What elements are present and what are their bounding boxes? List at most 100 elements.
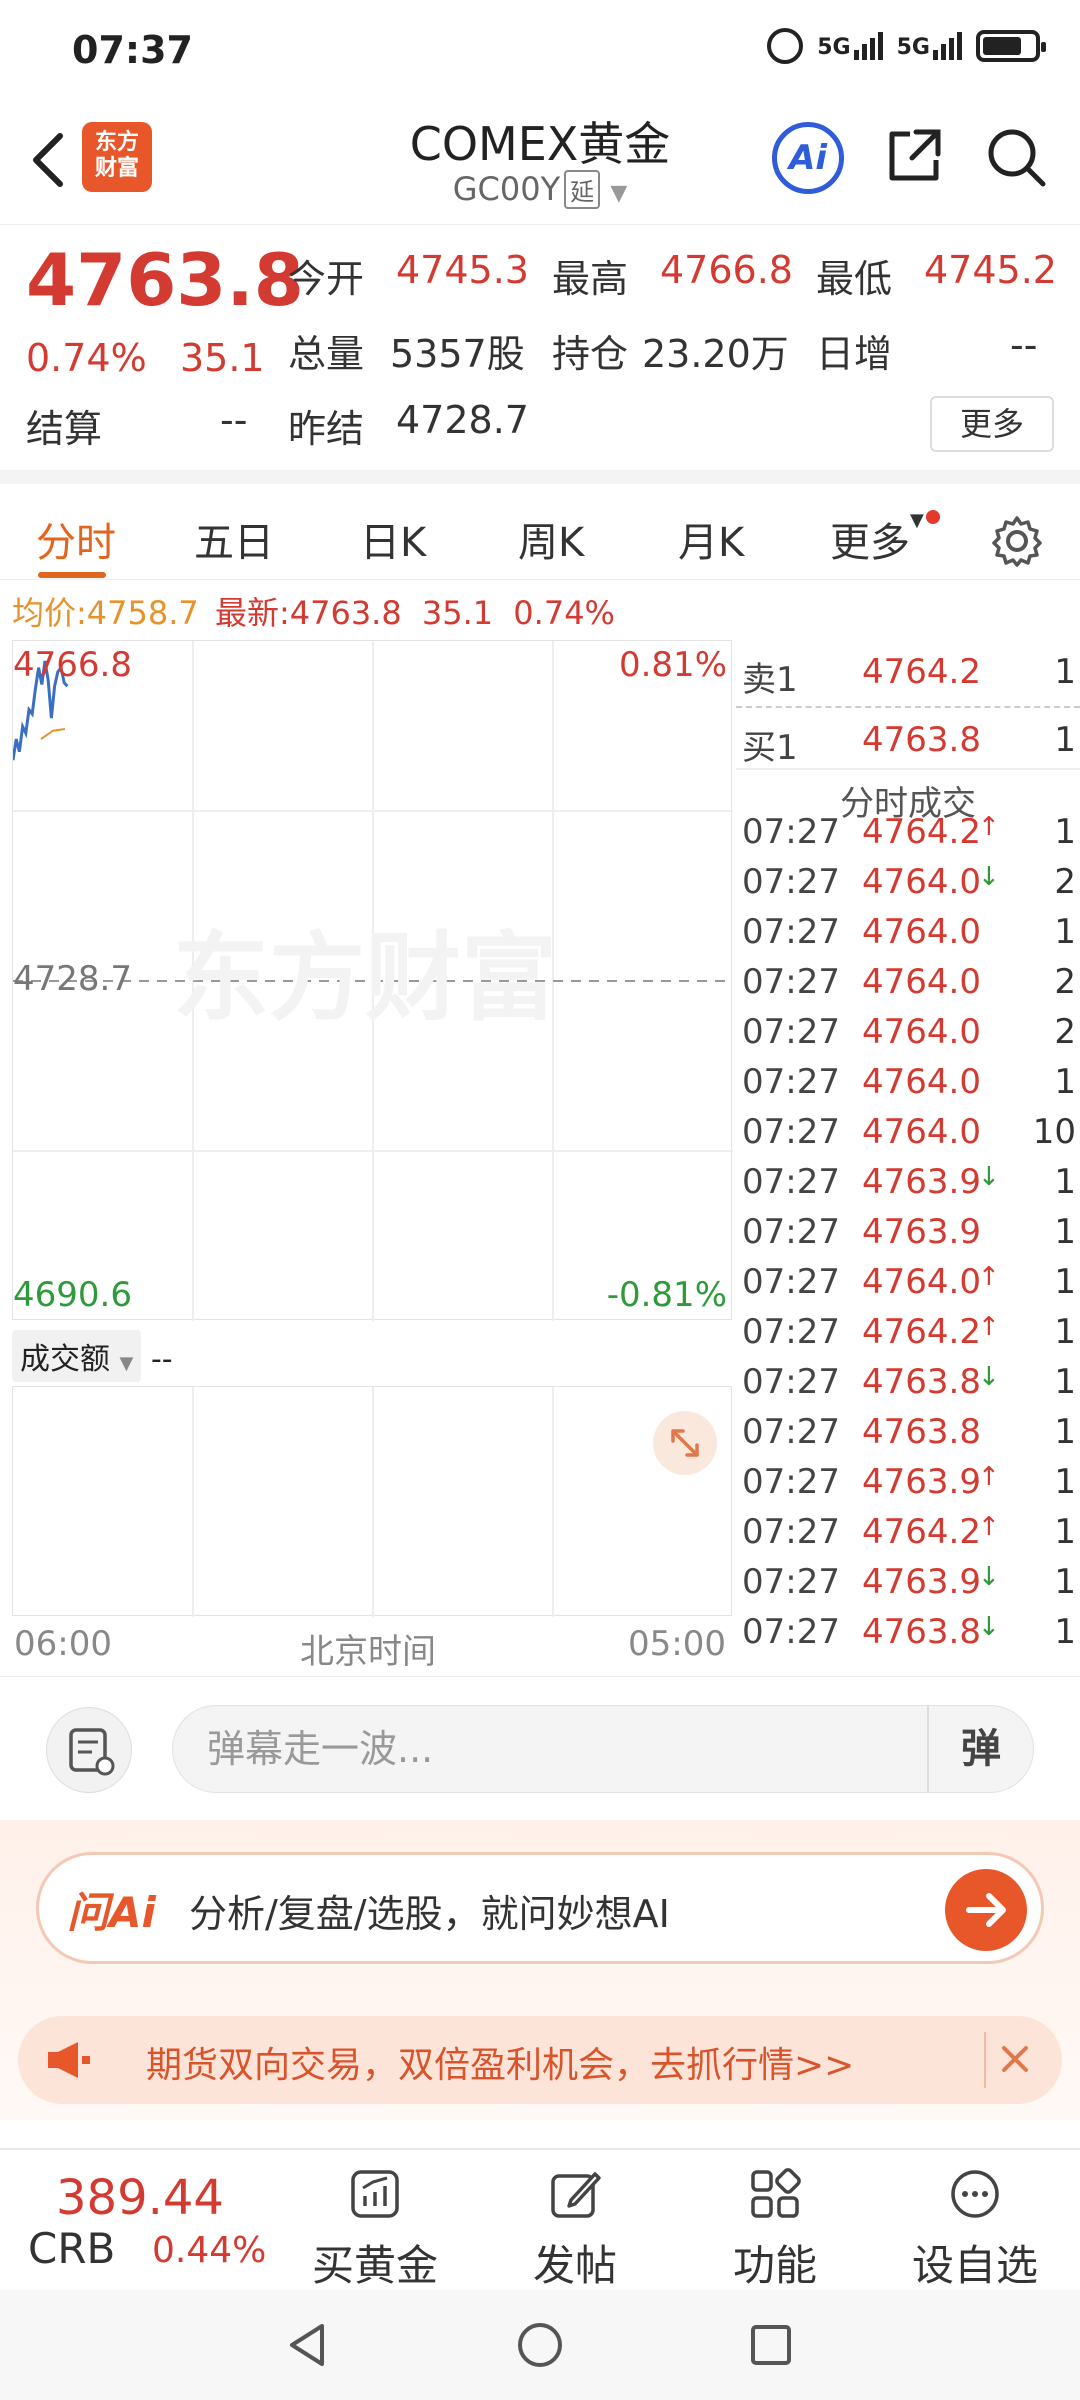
arrow-up-icon: ↑ <box>978 1512 1000 1542</box>
nav-recents-icon[interactable] <box>746 2320 796 2370</box>
gear-icon[interactable] <box>990 514 1044 568</box>
trade-price: 4764.2 <box>862 812 981 852</box>
trade-price: 4763.9 <box>862 1462 981 1502</box>
order-book: 卖1 4764.2 1 买1 4763.8 1 分时成交 07:27 4764.2… <box>736 640 1080 1670</box>
trade-qty: 1 <box>1054 1162 1076 1202</box>
trade-price: 4763.9 <box>862 1212 981 1252</box>
trade-row: 07:27 4764.2 ↑ 1 <box>742 812 1076 862</box>
volume-value: -- <box>150 1342 173 1377</box>
arrow-down-icon: ↓ <box>978 1562 1000 1592</box>
trade-price: 4764.2 <box>862 1512 981 1552</box>
post-button[interactable]: 发帖 <box>490 2160 660 2290</box>
trade-row: 07:27 4763.9 1 <box>742 1212 1076 1262</box>
trade-time: 07:27 <box>742 1462 840 1502</box>
danmu-toggle-button[interactable]: 弹 <box>927 1706 1033 1792</box>
ai-ask-bar[interactable]: 问Ai 分析/复盘/选股，就问妙想AI <box>36 1852 1044 1964</box>
system-nav-bar <box>0 2290 1080 2400</box>
trade-qty: 1 <box>1054 1062 1076 1102</box>
status-time: 07:37 <box>72 28 193 72</box>
trade-qty: 1 <box>1054 1212 1076 1252</box>
trade-row: 07:27 4764.0 2 <box>742 1012 1076 1062</box>
post-label: 发帖 <box>532 2241 617 2290</box>
last-price: 4763.8 <box>26 238 304 322</box>
share-icon[interactable] <box>884 126 944 186</box>
volume-selector[interactable]: 成交额 ▼ <box>12 1330 142 1382</box>
trade-row: 07:27 4764.0 1 <box>742 912 1076 962</box>
danmu-placeholder: 弹幕走一波... <box>207 1727 434 1771</box>
bid-price: 4763.8 <box>862 720 981 760</box>
trade-price: 4764.2 <box>862 1312 981 1352</box>
ai-prompt-text: 分析/复盘/选股，就问妙想AI <box>189 1892 670 1936</box>
y-axis-top: 4766.8 <box>13 645 132 685</box>
add-watchlist-button[interactable]: 设自选 <box>890 2160 1060 2290</box>
book-divider <box>736 706 1080 708</box>
index-change: 0.44% <box>152 2230 267 2271</box>
danmu-input[interactable]: 弹幕走一波... 弹 <box>172 1705 1034 1793</box>
intraday-chart[interactable]: 东方财富 4766.8 0.81% 4728.7 4690.6 -0.81% <box>12 640 733 1321</box>
trade-time: 07:27 <box>742 1312 840 1352</box>
settle-value: -- <box>220 398 248 442</box>
danmu-settings-icon <box>69 1728 115 1776</box>
latest-percent: 0.74% <box>513 594 615 632</box>
ask-label: 卖1 <box>742 660 798 700</box>
ai-assistant-button[interactable]: Ai <box>772 122 844 194</box>
danmu-settings-button[interactable] <box>46 1707 132 1793</box>
functions-button[interactable]: 功能 <box>690 2160 860 2290</box>
avg-label: 均价: <box>12 594 87 632</box>
daily-increase-label: 日增 <box>816 332 893 376</box>
caret-down-icon: ▼ <box>910 510 924 531</box>
promo-close-button[interactable] <box>984 2032 1040 2088</box>
trade-time: 07:27 <box>742 962 840 1002</box>
futures-promo-banner[interactable]: 期货双向交易，双倍盈利机会，去抓行情>> <box>18 2016 1062 2104</box>
delay-tag: 延 <box>564 170 601 209</box>
bid-row: 买1 4763.8 1 <box>742 720 1076 770</box>
trade-time: 07:27 <box>742 1212 840 1252</box>
tab-daily-k[interactable]: 日K <box>360 510 426 568</box>
tab-more[interactable]: 更多▼ <box>830 510 924 568</box>
trade-row: 07:27 4763.8 1 <box>742 1412 1076 1462</box>
trade-time: 07:27 <box>742 1412 840 1452</box>
functions-label: 功能 <box>732 2241 817 2290</box>
tab-monthly-k[interactable]: 月K <box>678 510 744 568</box>
trade-time: 07:27 <box>742 1062 840 1102</box>
trade-row: 07:27 4763.8 ↓ 1 <box>742 1612 1076 1662</box>
x-axis-end: 05:00 <box>628 1624 726 1664</box>
active-tab-indicator <box>38 572 106 578</box>
tab-intraday[interactable]: 分时 <box>36 510 116 568</box>
arrow-up-icon: ↑ <box>978 1312 1000 1342</box>
trade-qty: 1 <box>1054 812 1076 852</box>
ai-brand-label: 问Ai <box>67 1888 156 1937</box>
tab-five-day[interactable]: 五日 <box>194 510 274 568</box>
trade-row: 07:27 4763.8 ↓ 1 <box>742 1362 1076 1412</box>
trade-row: 07:27 4764.0 ↓ 2 <box>742 862 1076 912</box>
nav-home-icon[interactable] <box>515 2320 565 2370</box>
megaphone-icon <box>48 2042 90 2078</box>
trade-qty: 1 <box>1054 912 1076 952</box>
position-value: 23.20万 <box>642 332 789 376</box>
expand-icon <box>671 1429 699 1457</box>
prev-settle-value: 4728.7 <box>396 398 529 442</box>
trade-price: 4763.8 <box>862 1612 981 1652</box>
caret-down-icon: ▼ <box>119 1353 134 1374</box>
add-watchlist-label: 设自选 <box>911 2241 1038 2290</box>
buy-gold-button[interactable]: 买黄金 <box>290 2160 460 2290</box>
volume-value: 5357股 <box>390 332 525 376</box>
trade-row: 07:27 4764.2 ↑ 1 <box>742 1312 1076 1362</box>
signal-icon-2: 5G <box>897 32 962 60</box>
tab-weekly-k[interactable]: 周K <box>518 510 584 568</box>
expand-chart-button[interactable] <box>653 1411 717 1475</box>
open-value: 4745.3 <box>396 248 529 292</box>
trade-price: 4764.0 <box>862 1012 981 1052</box>
trade-time: 07:27 <box>742 862 840 902</box>
ai-go-button[interactable] <box>945 1869 1027 1951</box>
bottom-toolbar: 389.44 CRB 0.44% 买黄金 发帖 功能 设自选 <box>0 2148 1080 2290</box>
trade-qty: 2 <box>1054 1012 1076 1052</box>
nav-back-icon[interactable] <box>282 2320 332 2370</box>
search-icon[interactable] <box>985 126 1047 188</box>
y-axis-bottom: 4690.6 <box>13 1275 132 1315</box>
trade-qty: 2 <box>1054 962 1076 1002</box>
trade-price: 4764.0 <box>862 912 981 952</box>
arrow-down-icon: ↓ <box>978 1362 1000 1392</box>
more-quote-button[interactable]: 更多 <box>930 396 1054 452</box>
apps-grid-icon <box>751 2168 801 2218</box>
